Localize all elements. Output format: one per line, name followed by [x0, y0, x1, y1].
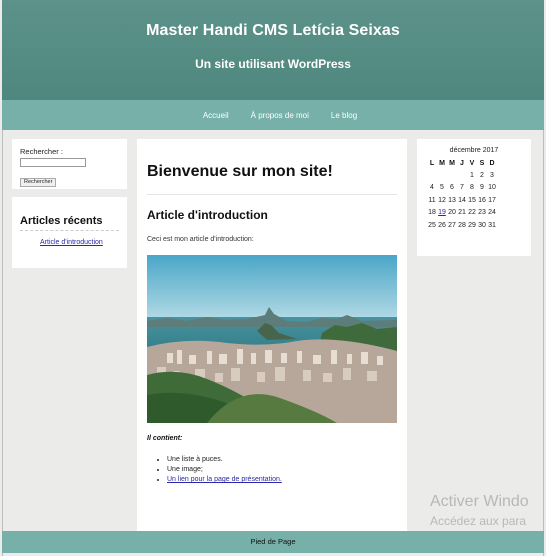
calendar-day: 30	[478, 221, 486, 229]
calendar-day: 16	[478, 196, 486, 204]
calendar-day: 12	[438, 196, 446, 204]
nav-item-le-blog[interactable]: Le blog	[331, 111, 357, 120]
recent-posts-title: Articles récents	[20, 215, 119, 231]
recent-post-link[interactable]: Article d'introduction	[40, 239, 119, 246]
site-tagline: Un site utilisant WordPress	[195, 57, 351, 71]
calendar-day: 23	[478, 209, 486, 217]
calendar-table: LMMJVSD 1 2 3 4 5 6 7 8 9 10 11 12 13 14 15 16 17 18 19 20 2…	[427, 158, 497, 232]
footer-text: Pied de Page	[250, 537, 296, 546]
recent-posts-widget: Articles récents Article d'introduction	[12, 197, 127, 268]
calendar-day: 25	[428, 221, 436, 229]
calendar-day: 27	[448, 221, 456, 229]
search-input[interactable]	[20, 158, 86, 167]
calendar-week: 123	[427, 169, 497, 182]
search-widget: Rechercher : Rechercher	[12, 139, 127, 189]
calendar-day: 11	[428, 196, 436, 204]
calendar-day	[437, 169, 447, 182]
content-list: Une liste à puces. Une image; Un lien po…	[167, 456, 397, 483]
site-footer: Pied de Page	[2, 531, 544, 553]
calendar-day: 5	[440, 184, 444, 192]
calendar-week: 25 26 27 28 29 30 31	[427, 219, 497, 232]
calendar-week: 18 19 20 21 22 23 24	[427, 207, 497, 220]
calendar-day: 10	[488, 184, 496, 192]
main-content: Bienvenue sur mon site! Article d'introd…	[137, 139, 407, 531]
calendar-day: 29	[468, 221, 476, 229]
calendar-day: 8	[470, 184, 474, 192]
calendar-day: 14	[458, 196, 466, 204]
city-bay-photo	[147, 255, 397, 423]
list-item: Une image;	[167, 466, 397, 473]
calendar-caption: décembre 2017	[449, 147, 499, 154]
calendar-day[interactable]: 19	[437, 207, 447, 220]
list-item: Une liste à puces.	[167, 456, 397, 463]
calendar-day: 4	[430, 184, 434, 192]
calendar-day: 28	[458, 221, 466, 229]
site-header: Master Handi CMS Letícia Seixas Un site …	[2, 0, 544, 100]
calendar-week: 4 5 6 7 8 9 10	[427, 182, 497, 195]
calendar-week: 11 12 13 14 15 16 17	[427, 194, 497, 207]
calendar-day: 21	[458, 209, 466, 217]
contains-label: Il contient:	[147, 435, 183, 442]
calendar-weekday: M	[449, 160, 455, 167]
calendar-day: 20	[448, 209, 456, 217]
calendar-day: 13	[448, 196, 456, 204]
calendar-day	[427, 169, 437, 182]
calendar-day: 15	[468, 196, 476, 204]
calendar-day: 22	[468, 209, 476, 217]
calendar-weekday: S	[479, 160, 485, 167]
calendar-day: 24	[488, 209, 496, 217]
list-item: Un lien pour la page de présentation.	[167, 476, 397, 483]
site-title[interactable]: Master Handi CMS Letícia Seixas	[2, 22, 544, 40]
search-button[interactable]: Rechercher	[20, 177, 57, 187]
presentation-page-link[interactable]: Un lien pour la page de présentation.	[167, 476, 282, 483]
calendar-day: 3	[490, 171, 494, 179]
calendar-widget: décembre 2017 LMMJVSD 1 2 3 4 5 6 7 8 9 10 11 12 13 1…	[417, 139, 531, 256]
calendar-day-link[interactable]: 19	[438, 209, 446, 216]
calendar-day: 26	[438, 221, 446, 229]
calendar-weekday: J	[460, 160, 464, 167]
calendar-day	[447, 169, 457, 182]
calendar-day: 9	[480, 184, 484, 192]
nav-item-a-propos[interactable]: À propos de moi	[251, 111, 309, 120]
calendar-day: 1	[470, 171, 474, 179]
calendar-day: 18	[428, 209, 436, 217]
calendar-day: 2	[480, 171, 484, 179]
post-intro-text: Ceci est mon article d'introduction:	[147, 236, 254, 243]
post-title[interactable]: Article d'introduction	[147, 208, 397, 222]
calendar-day: 6	[450, 184, 454, 192]
calendar-weekday: L	[429, 160, 435, 167]
page-heading: Bienvenue sur mon site!	[147, 163, 397, 195]
nav-item-accueil[interactable]: Accueil	[203, 111, 229, 120]
calendar-day	[457, 169, 467, 182]
calendar-weekday: M	[439, 160, 445, 167]
calendar-day: 31	[488, 221, 496, 229]
calendar-day: 17	[488, 196, 496, 204]
main-navigation: Accueil À propos de moi Le blog	[2, 100, 544, 130]
calendar-weekday: V	[469, 160, 475, 167]
search-label: Rechercher :	[20, 147, 63, 156]
calendar-weekday: D	[489, 160, 495, 167]
calendar-day: 7	[460, 184, 464, 192]
